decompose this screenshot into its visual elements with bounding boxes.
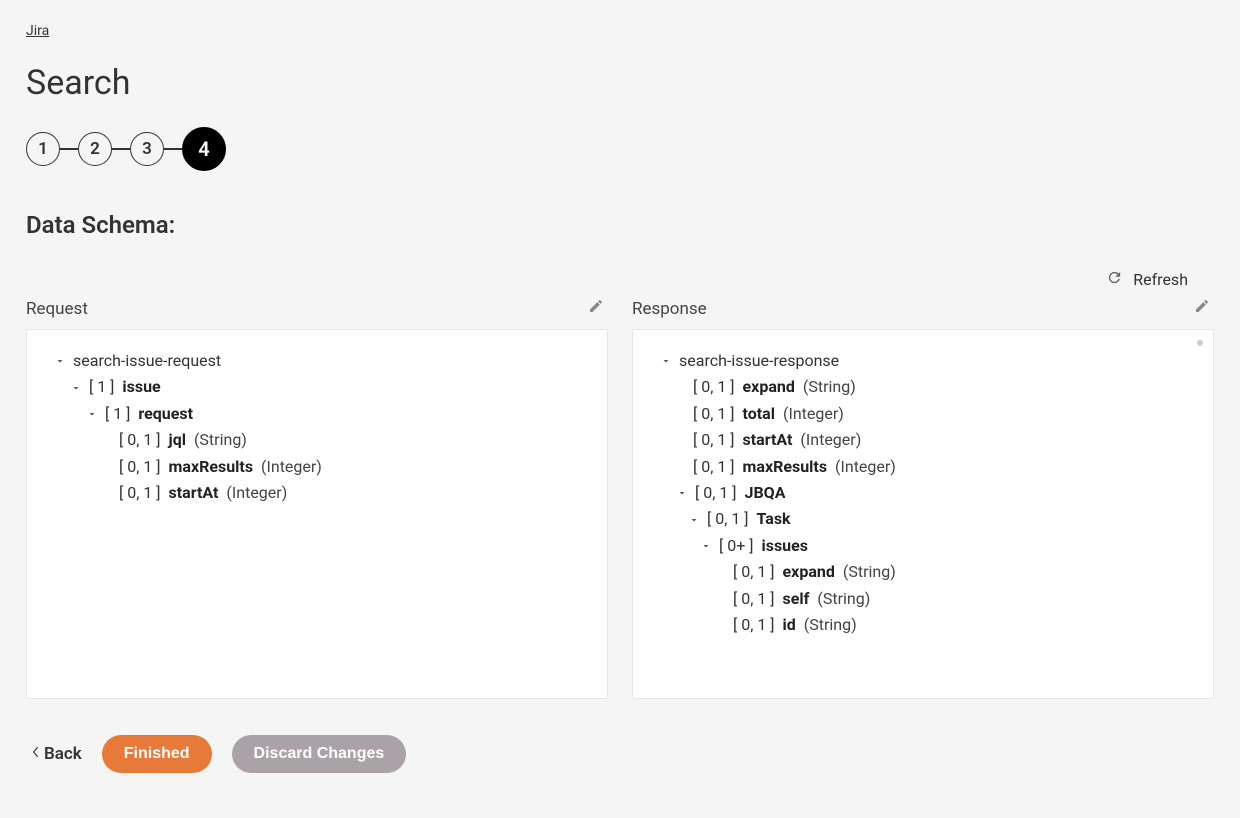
field-name: expand [743, 374, 795, 400]
tree-branch[interactable]: [ 1 ] issue [69, 374, 581, 400]
cardinality: [ 1 ] [89, 374, 114, 400]
back-label: Back [44, 744, 82, 764]
field-name: maxResults [743, 454, 828, 480]
discard-changes-button[interactable]: Discard Changes [232, 735, 407, 773]
tree-leaf[interactable]: [ 0, 1 ] maxResults (Integer) [101, 454, 581, 480]
tree-branch[interactable]: [ 0, 1 ] JBQA [675, 480, 1187, 506]
section-heading: Data Schema: [26, 211, 1214, 239]
chevron-down-icon[interactable] [699, 539, 713, 553]
tree-leaf[interactable]: [ 0, 1 ] expand (String) [715, 559, 1187, 585]
breadcrumb-jira[interactable]: Jira [26, 23, 49, 39]
field-name: request [138, 401, 193, 427]
cardinality: [ 0, 1 ] [693, 454, 735, 480]
field-type: (String) [817, 586, 870, 612]
edit-request-icon[interactable] [588, 298, 604, 319]
cardinality: [ 0+ ] [719, 533, 754, 559]
tree-leaf[interactable]: [ 0, 1 ] expand (String) [675, 374, 1187, 400]
cardinality: [ 0, 1 ] [693, 374, 735, 400]
tree-branch[interactable]: [ 0, 1 ] Task [687, 506, 1187, 532]
cardinality: [ 0, 1 ] [733, 559, 775, 585]
step-connector [60, 148, 78, 150]
field-name: JBQA [745, 480, 786, 506]
step-2[interactable]: 2 [78, 132, 112, 166]
field-name: maxResults [169, 454, 254, 480]
tree-leaf[interactable]: [ 0, 1 ] id (String) [715, 612, 1187, 638]
response-schema-box: search-issue-response [ 0, 1 ] expand (S… [632, 329, 1214, 699]
field-type: (Integer) [835, 454, 896, 480]
tree-branch[interactable]: [ 1 ] request [85, 401, 581, 427]
field-name: expand [783, 559, 835, 585]
field-type: (Integer) [800, 427, 861, 453]
cardinality: [ 0, 1 ] [693, 401, 735, 427]
scroll-indicator-dot [1197, 340, 1203, 346]
tree-leaf[interactable]: [ 0, 1 ] startAt (Integer) [101, 480, 581, 506]
field-type: (String) [803, 374, 856, 400]
cardinality: [ 0, 1 ] [695, 480, 737, 506]
cardinality: [ 0, 1 ] [119, 480, 161, 506]
tree-branch[interactable]: [ 0+ ] issues [699, 533, 1187, 559]
page-title: Search [26, 63, 1214, 103]
chevron-left-icon [32, 744, 40, 764]
tree-root[interactable]: search-issue-request [53, 348, 581, 374]
tree-leaf[interactable]: [ 0, 1 ] self (String) [715, 586, 1187, 612]
cardinality: [ 0, 1 ] [733, 586, 775, 612]
request-schema-box: search-issue-request [ 1 ] issue [ 1 ] [26, 329, 608, 699]
tree-label: search-issue-response [679, 348, 839, 374]
back-button[interactable]: Back [26, 744, 82, 764]
field-name: startAt [169, 480, 219, 506]
field-name: total [743, 401, 775, 427]
step-3[interactable]: 3 [130, 132, 164, 166]
cardinality: [ 0, 1 ] [119, 454, 161, 480]
tree-leaf[interactable]: [ 0, 1 ] jql (String) [101, 427, 581, 453]
wizard-stepper: 1 2 3 4 [26, 127, 1214, 171]
step-4[interactable]: 4 [182, 127, 226, 171]
field-name: startAt [743, 427, 793, 453]
chevron-down-icon[interactable] [69, 381, 83, 395]
field-name: jql [169, 427, 186, 453]
tree-leaf[interactable]: [ 0, 1 ] maxResults (Integer) [675, 454, 1187, 480]
tree-label: search-issue-request [73, 348, 221, 374]
refresh-label[interactable]: Refresh [1133, 270, 1188, 289]
chevron-down-icon[interactable] [675, 486, 689, 500]
field-type: (String) [804, 612, 857, 638]
step-connector [164, 148, 182, 150]
cardinality: [ 0, 1 ] [733, 612, 775, 638]
field-name: issues [762, 533, 809, 559]
field-name: Task [757, 506, 791, 532]
request-panel-title: Request [26, 299, 88, 319]
field-type: (Integer) [261, 454, 322, 480]
cardinality: [ 0, 1 ] [707, 506, 749, 532]
tree-leaf[interactable]: [ 0, 1 ] startAt (Integer) [675, 427, 1187, 453]
chevron-down-icon[interactable] [687, 513, 701, 527]
field-type: (Integer) [783, 401, 844, 427]
response-panel-title: Response [632, 299, 707, 319]
step-1[interactable]: 1 [26, 132, 60, 166]
cardinality: [ 0, 1 ] [119, 427, 161, 453]
field-type: (String) [194, 427, 247, 453]
edit-response-icon[interactable] [1194, 298, 1210, 319]
field-type: (Integer) [226, 480, 287, 506]
cardinality: [ 0, 1 ] [693, 427, 735, 453]
refresh-icon[interactable] [1106, 269, 1123, 290]
field-type: (String) [843, 559, 896, 585]
finished-button[interactable]: Finished [102, 735, 212, 773]
cardinality: [ 1 ] [105, 401, 130, 427]
field-name: self [783, 586, 810, 612]
tree-root[interactable]: search-issue-response [659, 348, 1187, 374]
chevron-down-icon[interactable] [85, 407, 99, 421]
field-name: issue [122, 374, 160, 400]
chevron-down-icon[interactable] [53, 354, 67, 368]
step-connector [112, 148, 130, 150]
tree-leaf[interactable]: [ 0, 1 ] total (Integer) [675, 401, 1187, 427]
field-name: id [783, 612, 796, 638]
chevron-down-icon[interactable] [659, 354, 673, 368]
